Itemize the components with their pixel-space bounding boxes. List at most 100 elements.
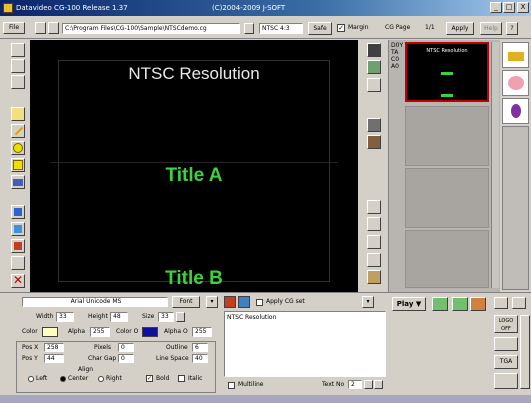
italic-checkbox[interactable]	[178, 375, 185, 382]
logo-off-button[interactable]: LOGO OFF	[494, 315, 518, 333]
outline-color-label: Color O	[116, 328, 139, 335]
text-no-down[interactable]	[374, 380, 383, 389]
width-label: Width	[36, 313, 54, 320]
help-button[interactable]: Help	[480, 22, 502, 35]
maximize-button[interactable]: □	[503, 2, 515, 13]
play-all-icon[interactable]	[452, 297, 468, 311]
preview-line-2[interactable]: Title A	[30, 165, 358, 187]
layer-toolbar	[358, 40, 388, 292]
logo-next-icon[interactable]	[512, 297, 526, 309]
multiline-checkbox[interactable]	[228, 382, 235, 389]
pos-y-label: Pos Y	[22, 355, 38, 362]
file-path-field[interactable]: C:\Program Files\CG-100\Sample\NTSCdemo.…	[62, 23, 240, 34]
grapes-icon[interactable]	[502, 98, 529, 124]
color-label: Color	[22, 328, 38, 335]
align-center-icon[interactable]	[367, 217, 381, 231]
format-select[interactable]: NTSC 4:3	[259, 23, 303, 34]
preview-line-1[interactable]: NTSC Resolution	[30, 64, 358, 84]
text-no-field[interactable]: 2	[348, 380, 362, 389]
file-button[interactable]: File	[3, 22, 25, 34]
font-button[interactable]: Font	[172, 296, 200, 308]
text-style-icon[interactable]	[224, 296, 236, 308]
crown-icon[interactable]	[502, 42, 529, 68]
color-swatch[interactable]	[42, 327, 58, 337]
pixels-field[interactable]: 0	[118, 343, 134, 352]
margin-checkbox[interactable]: ✓	[337, 24, 345, 32]
empty-page-slot[interactable]	[405, 230, 489, 288]
open-icon[interactable]	[48, 22, 59, 34]
browse-icon[interactable]	[244, 23, 254, 34]
preview-canvas[interactable]: NTSC Resolution Title A Title B	[30, 40, 358, 292]
bold-label: Bold	[156, 375, 170, 382]
logo-load-icon[interactable]	[494, 373, 518, 389]
align-left-radio[interactable]	[28, 376, 34, 382]
logo-settings-icon[interactable]	[494, 337, 518, 351]
page-thumbnail-title: NTSC Resolution	[426, 48, 468, 54]
size-spinner[interactable]	[176, 312, 185, 322]
apply-cg-checkbox[interactable]	[256, 299, 263, 306]
char-gap-label: Char Gap	[88, 355, 117, 362]
empty-page-slot[interactable]	[405, 168, 489, 228]
logo-list-area	[502, 126, 529, 290]
line-tool-icon[interactable]	[11, 124, 25, 138]
width-field[interactable]: 33	[56, 312, 74, 322]
safe-button[interactable]: Safe	[308, 22, 332, 35]
pig-icon[interactable]	[502, 70, 529, 96]
distribute-icon[interactable]	[367, 253, 381, 267]
tga-button[interactable]: TGA	[494, 355, 518, 369]
rectangle-tool-icon[interactable]	[11, 158, 25, 172]
save-icon[interactable]	[35, 22, 46, 34]
help-question-icon[interactable]: ?	[506, 22, 518, 35]
align-right-icon[interactable]	[367, 235, 381, 249]
background-icon[interactable]	[367, 270, 381, 284]
logo-prev-icon[interactable]	[494, 297, 508, 309]
ellipse-tool-icon[interactable]	[11, 141, 25, 155]
text-tool-icon[interactable]	[11, 107, 25, 121]
fill-tool-icon[interactable]	[11, 222, 25, 236]
layer-image-icon[interactable]	[367, 60, 381, 74]
outline-color-swatch[interactable]	[142, 327, 158, 337]
shadow-tool-icon[interactable]	[11, 239, 25, 253]
text-editor[interactable]: NTSC Resolution	[224, 311, 386, 377]
pointer-tool-icon[interactable]	[11, 43, 25, 57]
paint-tool-icon[interactable]	[11, 205, 25, 219]
align-center-radio[interactable]	[60, 376, 66, 382]
outline-alpha-field[interactable]: 255	[192, 327, 212, 337]
bold-checkbox[interactable]: ✓	[146, 375, 153, 382]
line-space-field[interactable]: 40	[192, 354, 208, 363]
text-dropdown-icon[interactable]: ▾	[362, 296, 374, 308]
multiline-label: Multiline	[238, 381, 264, 388]
pos-x-field[interactable]: 258	[44, 343, 64, 352]
image-style-icon[interactable]	[238, 296, 250, 308]
play-next-icon[interactable]	[432, 297, 448, 311]
arrange-icon[interactable]	[367, 118, 381, 132]
font-name-field[interactable]: Arial Unicode MS	[22, 297, 168, 307]
apply-button[interactable]: Apply	[446, 22, 474, 35]
image-tool-icon[interactable]	[11, 175, 25, 189]
align-left-icon[interactable]	[367, 200, 381, 214]
preview-line-3[interactable]: Title B	[30, 268, 358, 290]
close-button[interactable]: X	[517, 2, 529, 13]
group-icon[interactable]	[367, 135, 381, 149]
layer-tool-icon[interactable]	[11, 75, 25, 89]
play-button[interactable]: Play ▼	[392, 297, 426, 311]
height-field[interactable]: 48	[110, 312, 128, 322]
page-scrollbar[interactable]	[491, 42, 499, 288]
minimize-button[interactable]: _	[490, 2, 502, 13]
align-right-radio[interactable]	[98, 376, 104, 382]
play-stop-icon[interactable]	[470, 297, 486, 311]
size-field[interactable]: 33	[158, 312, 174, 322]
page-thumbnail[interactable]: NTSC Resolution	[405, 42, 489, 102]
grid-tool-icon[interactable]	[11, 59, 25, 73]
transform-tool-icon[interactable]	[11, 256, 25, 270]
copy-icon[interactable]	[367, 78, 381, 92]
layer-up-icon[interactable]	[367, 43, 381, 57]
font-dropdown-icon[interactable]: ▾	[206, 296, 218, 308]
text-no-up[interactable]	[364, 380, 373, 389]
outline-field[interactable]: 6	[192, 343, 208, 352]
char-gap-field[interactable]: 0	[118, 354, 134, 363]
alpha-field[interactable]: 255	[90, 327, 110, 337]
delete-icon[interactable]: ✕	[11, 274, 25, 288]
empty-page-slot[interactable]	[405, 106, 489, 166]
pos-y-field[interactable]: 44	[44, 354, 64, 363]
